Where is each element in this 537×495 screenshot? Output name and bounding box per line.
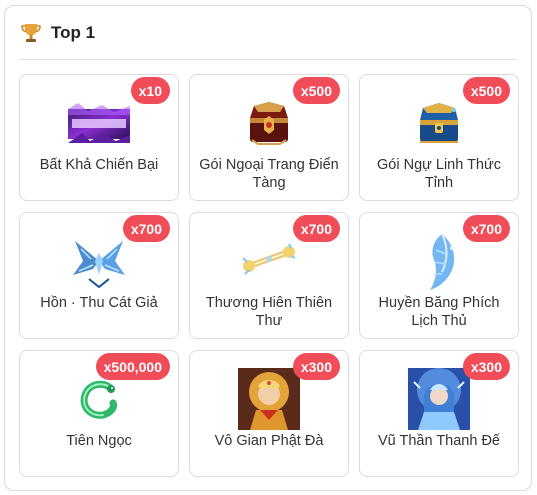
ice-wing-icon <box>408 230 470 292</box>
quantity-badge: x300 <box>292 353 340 380</box>
top1-reward-panel: Top 1 x10 Bất Khả Chiến Bại x500 Gói Ngo… <box>4 5 532 491</box>
blue-wings-icon <box>68 230 130 292</box>
reward-card-huyen-bang-phich-lich-thu[interactable]: x700 Huyền Băng Phích Lịch Thủ <box>359 212 519 339</box>
quantity-badge: x500 <box>462 77 510 104</box>
reward-card-thuong-hien-thien-thu[interactable]: x700 Thương Hiên Thiên Thư <box>189 212 349 339</box>
panel-title: Top 1 <box>51 23 96 42</box>
quantity-badge: x500,000 <box>95 353 170 380</box>
reward-card-vo-gian-phat-da[interactable]: x300 Vô Gian Phật Đà <box>189 350 349 477</box>
reward-name: Gói Ngoại Trang Điển Tàng <box>199 157 339 191</box>
title-banner-icon <box>68 92 130 154</box>
reward-name: Thương Hiên Thiên Thư <box>205 295 333 329</box>
quantity-badge: x300 <box>462 353 510 380</box>
header-divider <box>19 59 517 60</box>
quantity-badge: x10 <box>130 77 170 104</box>
trophy-icon <box>21 22 41 44</box>
panel-header: Top 1 <box>21 20 95 46</box>
reward-card-goi-ngoai-trang-dien-tang[interactable]: x500 Gói Ngoại Trang Điển Tàng <box>189 74 349 201</box>
reward-name: Bất Khả Chiến Bại <box>39 157 159 173</box>
reward-name: Huyền Băng Phích Lịch Thủ <box>378 295 500 329</box>
reward-grid: x10 Bất Khả Chiến Bại x500 Gói Ngoại Tra… <box>19 74 519 477</box>
quantity-badge: x500 <box>292 77 340 104</box>
reward-name: Gói Ngự Linh Thức Tỉnh <box>377 157 501 191</box>
reward-name: Vô Gian Phật Đà <box>214 433 324 449</box>
reward-card-bat-kha-chien-bai[interactable]: x10 Bất Khả Chiến Bại <box>19 74 179 201</box>
golden-scroll-icon <box>238 230 300 292</box>
buddha-portrait-icon <box>238 368 300 430</box>
reward-card-tien-ngoc[interactable]: x500,000 Tiên Ngọc <box>19 350 179 477</box>
reward-card-goi-ngu-linh-thuc-tinh[interactable]: x500 Gói Ngự Linh Thức Tỉnh <box>359 74 519 201</box>
blue-chest-icon <box>408 92 470 154</box>
reward-name: Vũ Thần Thanh Đế <box>378 433 500 449</box>
quantity-badge: x700 <box>462 215 510 242</box>
ice-deity-portrait-icon <box>408 368 470 430</box>
reward-name: Hồn · Thu Cát Giả <box>40 295 158 311</box>
reward-name: Tiên Ngọc <box>66 433 132 449</box>
red-chest-icon <box>238 92 300 154</box>
quantity-badge: x700 <box>292 215 340 242</box>
quantity-badge: x700 <box>122 215 170 242</box>
reward-card-vu-than-thanh-de[interactable]: x300 Vũ Thần Thanh Đế <box>359 350 519 477</box>
reward-card-hon-thu-cat-gia[interactable]: x700 Hồn · Thu Cát Giả <box>19 212 179 339</box>
